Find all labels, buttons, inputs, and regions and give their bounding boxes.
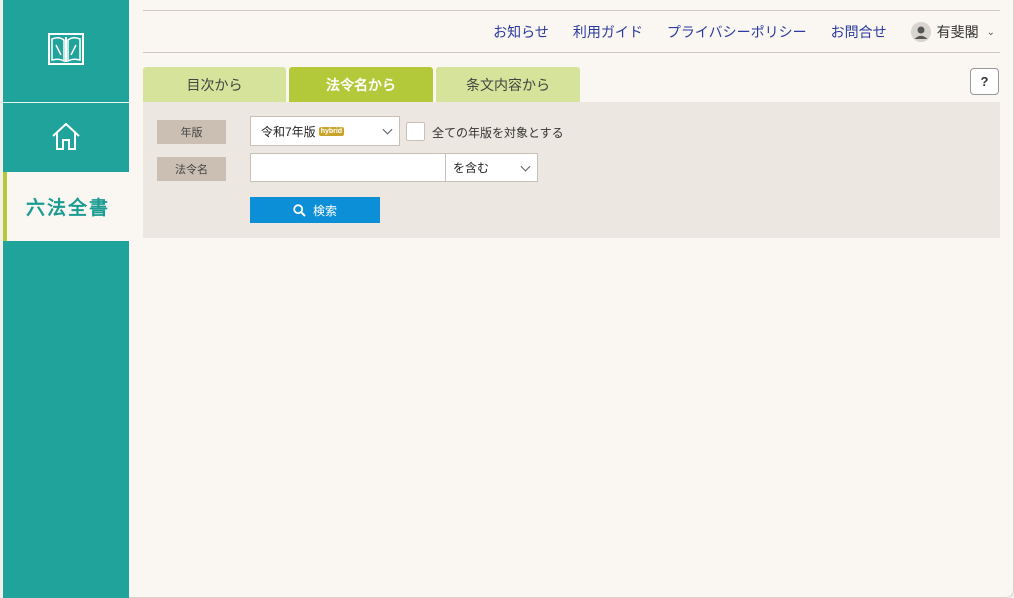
- logo[interactable]: [3, 0, 129, 103]
- match-type-select[interactable]: を含む: [445, 153, 538, 182]
- all-editions-label: 全ての年版を対象とする: [432, 126, 564, 140]
- tab-toc[interactable]: 目次から: [143, 67, 286, 102]
- search-button[interactable]: 検索: [250, 197, 380, 223]
- nav-link-privacy[interactable]: プライバシーポリシー: [667, 22, 807, 42]
- tab-article-content[interactable]: 条文内容から: [436, 67, 580, 102]
- user-name: 有斐閣: [936, 24, 979, 40]
- search-panel: 年版 令和7年版 hybrid 全ての年版を対象とする 法令名 を含む 検索: [143, 102, 1000, 238]
- edition-value: 令和7年版: [261, 124, 316, 139]
- search-icon: [293, 203, 306, 217]
- sidebar-item-label: 六法全書: [25, 197, 110, 219]
- sidebar-item-roppo[interactable]: 六法全書: [3, 172, 129, 241]
- help-button[interactable]: ?: [970, 68, 999, 95]
- nav-link-news[interactable]: お知らせ: [493, 22, 549, 42]
- law-name-input[interactable]: [250, 153, 446, 182]
- top-navigation: お知らせ 利用ガイド プライバシーポリシー お問合せ 有斐閣 ⌄: [469, 22, 995, 42]
- sidebar: 六法全書: [3, 0, 129, 598]
- user-menu[interactable]: 有斐閣 ⌄: [910, 22, 995, 42]
- main-area: お知らせ 利用ガイド プライバシーポリシー お問合せ 有斐閣 ⌄ 目次から 法令…: [129, 0, 1014, 598]
- book-logo-icon: [47, 31, 85, 71]
- law-name-label: 法令名: [157, 157, 226, 181]
- user-avatar-icon: [910, 22, 931, 42]
- divider: [143, 52, 1000, 53]
- match-type-value: を含む: [453, 161, 490, 175]
- edition-select[interactable]: 令和7年版 hybrid: [250, 116, 400, 146]
- nav-link-guide[interactable]: 利用ガイド: [573, 22, 643, 42]
- nav-link-contact[interactable]: お問合せ: [831, 22, 887, 42]
- search-button-label: 検索: [312, 203, 337, 218]
- divider: [143, 10, 1000, 11]
- chevron-down-icon: [382, 124, 393, 135]
- sidebar-item-home[interactable]: [3, 104, 129, 171]
- tab-law-name[interactable]: 法令名から: [289, 67, 433, 102]
- home-icon: [50, 120, 82, 156]
- app-frame: 六法全書 お知らせ 利用ガイド プライバシーポリシー お問合せ 有斐閣 ⌄ 目次…: [0, 0, 1014, 598]
- hybrid-badge: hybrid: [318, 126, 345, 136]
- all-editions-checkbox[interactable]: [406, 122, 425, 141]
- search-tabs: 目次から 法令名から 条文内容から: [143, 67, 583, 102]
- edition-label: 年版: [157, 120, 226, 144]
- chevron-down-icon: ⌄: [986, 26, 995, 38]
- chevron-down-icon: [520, 161, 531, 172]
